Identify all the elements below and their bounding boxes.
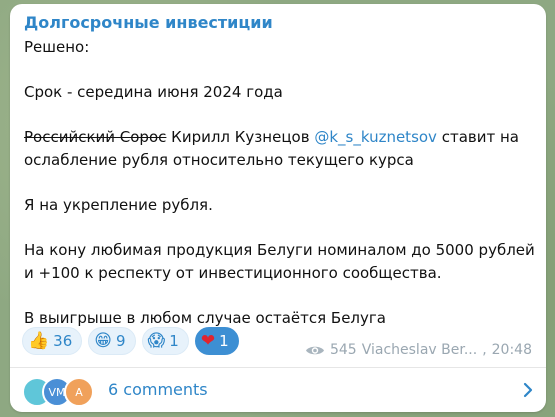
scream-icon: 😱 xyxy=(147,330,166,351)
post-text: Решено: Срок - середина июня 2024 года Р… xyxy=(24,36,535,330)
strikethrough-text: Российский Сорос xyxy=(24,128,167,147)
reaction-count: 1 xyxy=(219,332,229,350)
text-line: Я на укрепление рубля. xyxy=(24,196,213,215)
text-line: Российский Сорос Кирилл Кузнецов @k_s_ku… xyxy=(24,126,534,149)
reaction-count: 36 xyxy=(53,332,73,350)
reaction-count: 9 xyxy=(116,332,126,350)
reaction-heart[interactable]: ❤ 1 xyxy=(194,327,239,355)
thumbs-up-icon: 👍 xyxy=(28,330,50,351)
channel-post[interactable]: Долгосрочные инвестиции Решено: Срок - с… xyxy=(10,4,546,412)
reaction-grin[interactable]: 😁 9 xyxy=(88,327,136,355)
comments-label[interactable]: 6 comments xyxy=(108,380,208,399)
reactions-bar: 👍 36 😁 9 😱 1 ❤ 1 xyxy=(22,327,239,355)
reaction-scream[interactable]: 😱 1 xyxy=(141,327,189,355)
text-fragment: ставит на xyxy=(441,128,519,147)
chevron-right-icon[interactable] xyxy=(520,380,536,400)
commenter-avatars: VM A xyxy=(22,377,102,407)
post-meta: 545 Viacheslav Ber..., 20:48 xyxy=(305,342,532,358)
time-separator: , xyxy=(482,342,487,358)
text-line: Решено: xyxy=(24,38,90,56)
avatar: A xyxy=(64,377,94,407)
text-line: На кону любимая продукция Белуги номинал… xyxy=(24,241,535,260)
text-line: ослабление рубля относительно текущего к… xyxy=(24,150,414,169)
mention-link[interactable]: @k_s_kuznetsov xyxy=(314,128,437,146)
post-time: 20:48 xyxy=(491,342,532,358)
text-line: и +100 к респекту от инвестиционного соо… xyxy=(24,263,442,282)
person-name: Кирилл Кузнецов xyxy=(171,128,310,147)
eye-icon xyxy=(305,346,324,354)
comments-button[interactable]: VM A 6 comments xyxy=(10,368,546,412)
channel-name[interactable]: Долгосрочные инвестиции xyxy=(24,13,273,32)
reaction-thumbs-up[interactable]: 👍 36 xyxy=(22,327,83,355)
text-line: Срок - середина июня 2024 года xyxy=(24,83,283,102)
views-count: 545 xyxy=(329,342,357,358)
grin-icon: 😁 xyxy=(94,330,112,351)
heart-icon: ❤ xyxy=(200,330,216,351)
post-author: Viacheslav Ber... xyxy=(361,342,478,358)
reaction-count: 1 xyxy=(169,332,179,350)
